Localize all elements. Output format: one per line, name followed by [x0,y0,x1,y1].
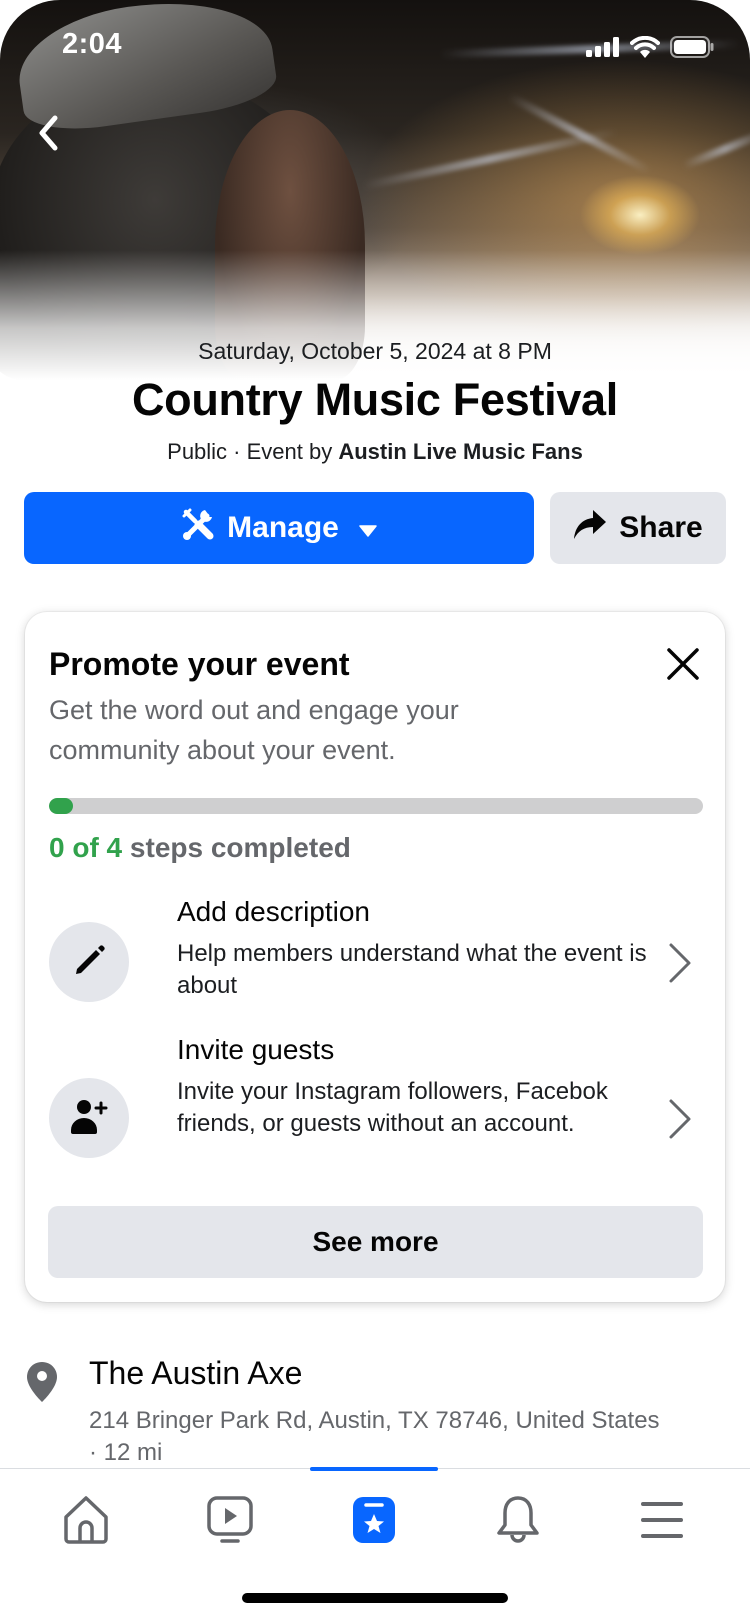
location-pin-icon [25,1361,59,1408]
add-person-icon [69,1096,109,1141]
step-title: Invite guests [177,1034,335,1065]
pencil-icon [69,940,109,985]
bell-icon [495,1495,541,1550]
steps-progress-bar [49,798,703,814]
share-button[interactable]: Share [550,492,726,564]
event-actions: Manage Share [24,492,726,564]
progress-label: 0 of 4 steps completed [49,832,351,864]
tab-notifications[interactable] [478,1491,558,1553]
chevron-right-icon [665,940,695,986]
step-title: Add description [177,896,371,927]
menu-icon [640,1500,684,1545]
home-indicator [242,1593,508,1603]
step-description: Invite your Instagram followers, Facebok… [177,1078,608,1137]
progress-count: 0 of 4 [49,832,123,863]
wifi-icon [630,35,660,63]
bottom-tab-bar [0,1467,750,1624]
chevron-left-icon [36,114,60,157]
caret-down-icon [359,511,377,545]
promo-title: Promote your event [49,646,350,682]
event-privacy: Public [167,439,228,464]
step-icon-wrap [49,1078,129,1158]
event-host-link[interactable]: Austin Live Music Fans [338,439,583,464]
back-button[interactable] [28,110,68,160]
video-icon [206,1495,254,1550]
manage-button[interactable]: Manage [24,492,534,564]
step-icon-wrap [49,922,129,1002]
chevron-right-icon [665,1096,695,1142]
share-label: Share [619,511,703,544]
status-time: 2:04 [62,28,123,60]
tab-video[interactable] [190,1491,270,1553]
step-add-description[interactable]: Add description Help members understand … [49,892,703,1012]
active-tab-indicator [310,1467,438,1471]
tools-icon [181,507,215,549]
see-more-button[interactable]: See more [48,1206,703,1278]
status-icons [586,35,714,63]
event-title: Country Music Festival [131,374,618,425]
events-icon [351,1495,397,1550]
event-meta: Public · Event by Austin Live Music Fans [0,439,750,465]
share-arrow-icon [573,508,607,548]
event-by-label: Event by [246,439,339,464]
stage-light-beam [507,92,653,176]
step-invite-guests[interactable]: Invite guests Invite your Instagram foll… [49,1032,703,1182]
stage-light-beam [681,128,750,170]
manage-label: Manage [227,511,339,544]
battery-icon [670,36,714,63]
tab-menu[interactable] [622,1491,702,1553]
signal-icon [586,37,620,62]
close-icon [666,647,700,686]
status-bar: 2:04 [0,0,750,90]
location-name: The Austin Axe [89,1355,303,1391]
meta-separator: · [227,439,247,464]
progress-suffix: steps completed [122,832,351,863]
location-address: 214 Bringer Park Rd, Austin, TX 78746, U… [89,1407,660,1466]
promote-event-card: Promote your event Get the word out and … [25,612,725,1302]
event-screen: 2:04 Saturday, October 5, 2024 at 8 PM C… [0,0,750,1624]
event-date: Saturday, October 5, 2024 at 8 PM [198,338,552,364]
close-button[interactable] [663,646,703,686]
progress-fill [49,798,73,814]
tab-events[interactable] [334,1491,414,1553]
tab-home[interactable] [46,1491,126,1553]
step-description: Help members understand what the event i… [177,940,647,999]
promo-subtitle: Get the word out and engage your communi… [49,695,459,765]
home-icon [62,1495,110,1550]
